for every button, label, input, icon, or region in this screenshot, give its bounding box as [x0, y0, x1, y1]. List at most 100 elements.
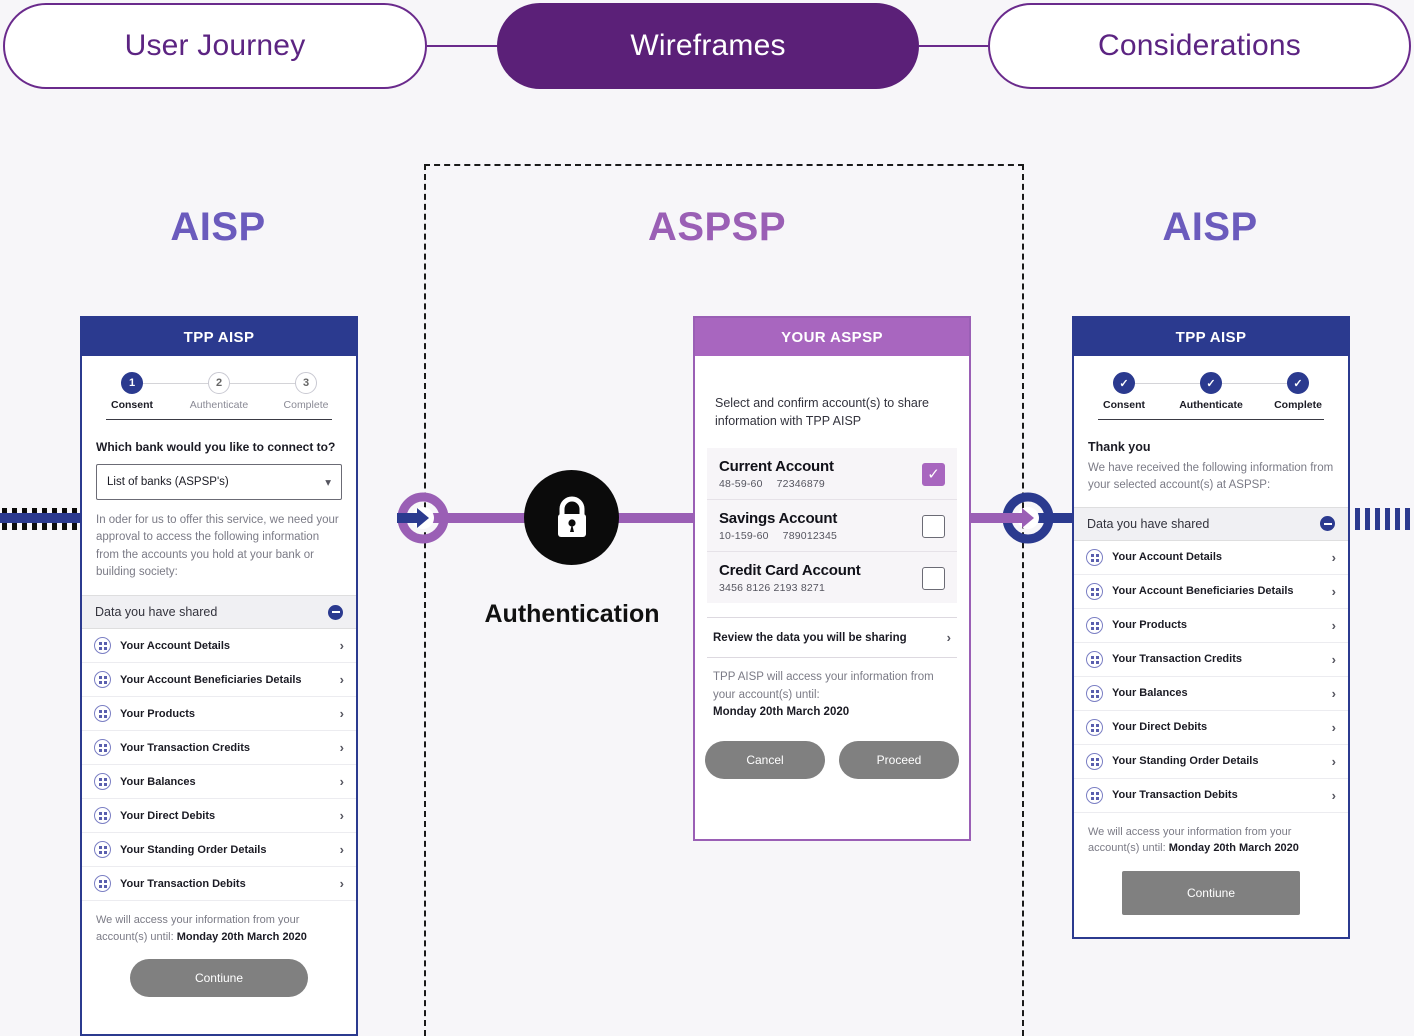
- step-authenticate-done[interactable]: ✓ Authenticate: [1171, 372, 1251, 411]
- step-complete-done[interactable]: ✓ Complete: [1258, 372, 1338, 411]
- grid-icon: [94, 671, 111, 688]
- step-consent-badge: 1: [121, 372, 143, 394]
- chevron-down-icon: ▾: [325, 477, 331, 489]
- arrow-right-ring-icon-right: [1000, 490, 1056, 546]
- list-item[interactable]: Your Direct Debits ›: [1074, 711, 1348, 745]
- access-footnote-date: Monday 20th March 2020: [176, 930, 307, 943]
- step-authenticate[interactable]: 2 Authenticate: [179, 372, 259, 411]
- stepper-divider: [106, 419, 332, 420]
- step-complete-badge: 3: [295, 372, 317, 394]
- phone-left-stepper: 1 Consent 2 Authenticate 3 Complete: [82, 356, 356, 428]
- consent-intro-note: In oder for us to offer this service, we…: [96, 514, 339, 578]
- continue-button-left[interactable]: Contiune: [130, 959, 308, 997]
- cancel-button[interactable]: Cancel: [705, 741, 825, 779]
- chevron-right-icon: ›: [339, 808, 344, 823]
- minus-circle-icon[interactable]: [1320, 516, 1335, 531]
- phone-right-body: Thank you We have received the following…: [1074, 428, 1348, 507]
- grid-icon: [1086, 616, 1103, 634]
- list-item[interactable]: Your Balances ›: [1074, 677, 1348, 711]
- account-checkbox-unchecked[interactable]: [922, 514, 945, 538]
- step-consent[interactable]: 1 Consent: [92, 372, 172, 411]
- phone-aisp-consent: TPP AISP 1 Consent 2 Authenticate 3 Comp…: [80, 316, 358, 1036]
- list-item[interactable]: Your Standing Order Details ›: [82, 833, 356, 867]
- step-consent-label: Consent: [1103, 399, 1145, 411]
- chevron-right-icon: ›: [1331, 583, 1336, 599]
- list-item-label: Your Products: [120, 707, 195, 720]
- step-complete-label: Complete: [1274, 399, 1322, 411]
- list-item[interactable]: Your Account Beneficiaries Details ›: [1074, 575, 1348, 609]
- review-data-row[interactable]: Review the data you will be sharing ›: [707, 617, 957, 659]
- data-shared-list-right: Your Account Details › Your Account Bene…: [1074, 541, 1348, 813]
- tab-wireframes[interactable]: Wireframes: [497, 3, 919, 89]
- bank-select-value: List of banks (ASPSP's): [107, 476, 229, 488]
- list-item-label: Your Account Details: [1112, 551, 1223, 563]
- list-item-label: Your Standing Order Details: [120, 843, 267, 856]
- grid-icon: [94, 773, 111, 790]
- stepper-divider: [1098, 419, 1324, 420]
- aspsp-access-note-prefix: TPP AISP will access your information fr…: [713, 671, 934, 701]
- grid-icon: [1086, 684, 1103, 702]
- tab-connector-2: [919, 45, 988, 47]
- list-item-label: Your Balances: [120, 775, 196, 788]
- aspsp-access-note-date: Monday 20th March 2020: [713, 705, 850, 718]
- account-name: Credit Card Account: [719, 562, 861, 580]
- account-row[interactable]: Current Account 48-59-60 72346879 ✓: [707, 448, 957, 501]
- list-item[interactable]: Your Account Details ›: [82, 629, 356, 663]
- bank-question-label: Which bank would you like to connect to?: [96, 440, 336, 454]
- step-authenticate-check-icon: ✓: [1200, 372, 1222, 394]
- list-item[interactable]: Your Transaction Debits ›: [82, 867, 356, 901]
- step-authenticate-label: Authenticate: [189, 399, 249, 411]
- data-shared-accordion-title: Data you have shared: [1087, 516, 1210, 531]
- list-item-label: Your Transaction Credits: [120, 741, 250, 754]
- account-number: 72346879: [776, 478, 825, 491]
- account-checkbox-unchecked[interactable]: [922, 566, 945, 590]
- chevron-right-icon: ›: [1331, 685, 1336, 701]
- grid-icon: [94, 807, 111, 824]
- list-item[interactable]: Your Direct Debits ›: [82, 799, 356, 833]
- tab-user-journey[interactable]: User Journey: [3, 3, 427, 89]
- list-item[interactable]: Your Products ›: [1074, 609, 1348, 643]
- grid-icon: [1086, 752, 1103, 770]
- chevron-right-icon: ›: [339, 842, 344, 857]
- account-sort-code: 10-159-60: [719, 530, 769, 543]
- list-item-label: Your Account Beneficiaries Details: [120, 673, 302, 686]
- grid-icon: [1086, 718, 1103, 736]
- minus-circle-icon[interactable]: [328, 604, 343, 620]
- grid-icon: [94, 637, 111, 654]
- continue-button-right[interactable]: Contiune: [1122, 870, 1300, 915]
- tab-considerations[interactable]: Considerations: [988, 3, 1411, 89]
- list-item[interactable]: Your Account Beneficiaries Details ›: [82, 663, 356, 697]
- arrow-right-ring-icon-left: [395, 490, 451, 546]
- access-footnote-right: We will access your information from you…: [1074, 813, 1348, 857]
- chevron-right-icon: ›: [339, 638, 344, 653]
- right-edge-marks: [1355, 508, 1414, 530]
- chevron-right-icon: ›: [339, 706, 344, 721]
- chevron-right-icon: ›: [1331, 719, 1336, 735]
- list-item[interactable]: Your Standing Order Details ›: [1074, 745, 1348, 779]
- phone-aspsp-select-accounts: YOUR ASPSP Select and confirm account(s)…: [693, 316, 971, 841]
- list-item[interactable]: Your Transaction Debits ›: [1074, 779, 1348, 813]
- account-row[interactable]: Credit Card Account 3456 8126 2193 8271: [707, 552, 957, 603]
- chevron-right-icon: ›: [1331, 617, 1336, 633]
- account-row[interactable]: Savings Account 10-159-60 789012345: [707, 500, 957, 553]
- data-shared-accordion-header-left[interactable]: Data you have shared: [82, 595, 356, 629]
- chevron-right-icon: ›: [1331, 787, 1336, 803]
- grid-icon: [94, 705, 111, 722]
- step-complete[interactable]: 3 Complete: [266, 372, 346, 411]
- list-item[interactable]: Your Products ›: [82, 697, 356, 731]
- wireframes-diagram: User Journey Wireframes Considerations A…: [0, 0, 1414, 1036]
- review-data-label: Review the data you will be sharing: [713, 631, 907, 644]
- chevron-right-icon: ›: [339, 740, 344, 755]
- account-sort-code: 3456 8126 2193 8271: [719, 582, 825, 595]
- data-shared-accordion-header-right[interactable]: Data you have shared: [1074, 506, 1348, 541]
- list-item[interactable]: Your Account Details ›: [1074, 541, 1348, 575]
- bank-select[interactable]: List of banks (ASPSP's) ▾: [96, 464, 342, 500]
- proceed-button[interactable]: Proceed: [839, 741, 959, 779]
- list-item[interactable]: Your Transaction Credits ›: [82, 731, 356, 765]
- step-consent-done[interactable]: ✓ Consent: [1084, 372, 1164, 411]
- account-checkbox-checked[interactable]: ✓: [922, 462, 945, 486]
- list-item[interactable]: Your Transaction Credits ›: [1074, 643, 1348, 677]
- list-item[interactable]: Your Balances ›: [82, 765, 356, 799]
- account-number-line: 48-59-60 72346879: [719, 478, 922, 490]
- chevron-right-icon: ›: [1331, 753, 1336, 769]
